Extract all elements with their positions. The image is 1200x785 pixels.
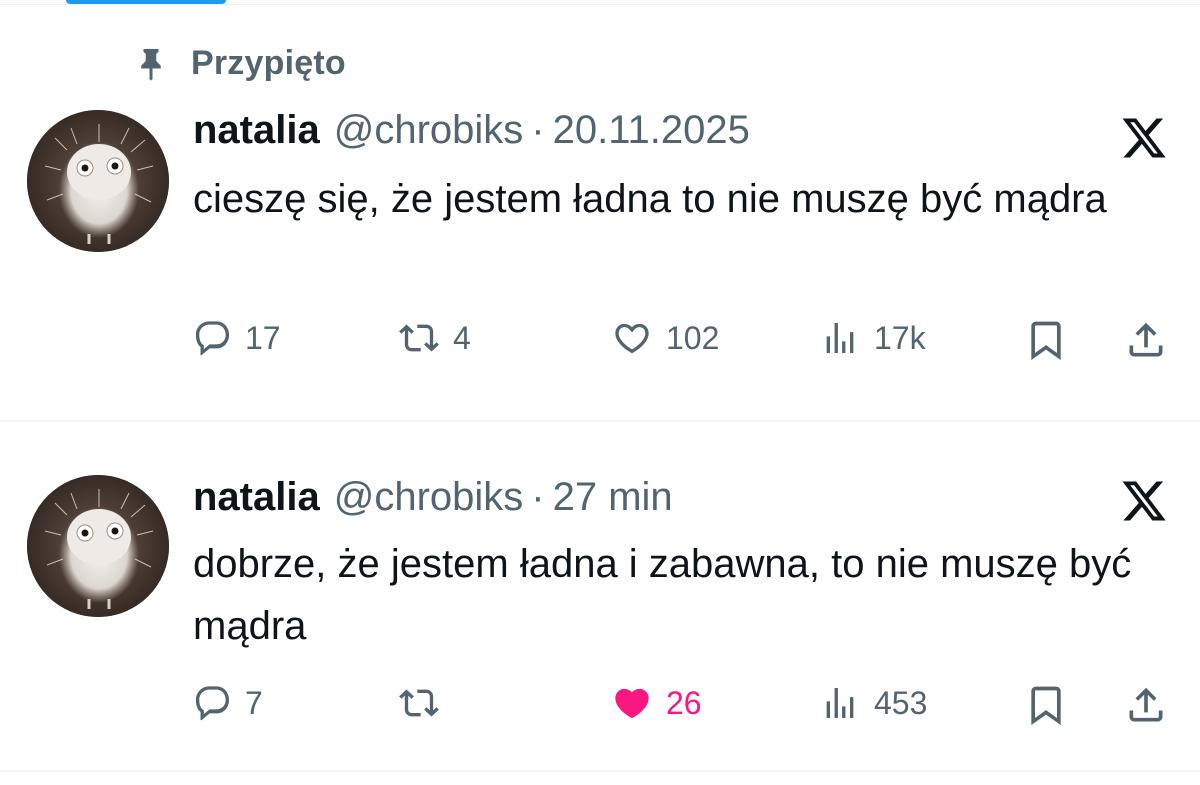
display-name[interactable]: natalia [193,475,320,520]
tweet[interactable]: natalia @chrobiks · 27 min dobrze, że je… [0,421,1200,771]
pinned-indicator: Przypięto [133,44,346,83]
display-name[interactable]: natalia [193,108,320,153]
pinned-label: Przypięto [191,44,346,82]
views-count: 453 [874,684,928,721]
like-count: 102 [666,319,720,356]
repost-icon [397,318,441,358]
repost-button[interactable]: 4 [397,318,471,358]
repost-button[interactable] [397,683,453,723]
reply-icon [193,318,233,358]
heart-icon [610,318,654,358]
repost-icon [397,683,441,723]
bookmark-icon [1024,318,1068,362]
repost-count: 4 [453,319,471,356]
tweet-text: dobrze, że jestem ładna i zabawna, to ni… [193,542,1132,648]
like-button[interactable]: 102 [610,318,719,358]
share-icon [1124,683,1168,727]
tweet-divider [0,770,1200,772]
reply-count: 17 [245,319,281,356]
avatar[interactable] [27,475,169,617]
reply-button[interactable]: 7 [193,683,263,723]
tweet-actions: 7 26 453 [0,679,1200,729]
share-button[interactable] [1124,318,1168,362]
share-button[interactable] [1124,683,1168,727]
views-icon [818,318,862,358]
x-logo-icon[interactable] [1118,477,1170,525]
separator-dot: · [531,108,545,152]
bookmark-button[interactable] [1024,683,1068,727]
bookmark-icon [1024,683,1068,727]
views-button[interactable]: 17k [818,318,926,358]
share-icon [1124,318,1168,362]
tweet-pinned[interactable]: Przypięto natalia @chrobiks · 20.11.2025… [0,4,1200,421]
reply-button[interactable]: 17 [193,318,281,358]
pin-icon [133,46,169,82]
tweet-actions: 17 4 102 17k [0,314,1200,364]
views-count: 17k [874,319,926,356]
tweet-header: natalia @chrobiks · 27 min [193,475,673,520]
reply-count: 7 [245,684,263,721]
avatar[interactable] [27,110,169,252]
tweet-text: cieszę się, że jestem ładna to nie muszę… [193,177,1107,221]
views-button[interactable]: 453 [818,683,927,723]
separator-dot: · [531,475,545,519]
user-handle[interactable]: @chrobiks [334,108,524,153]
like-button[interactable]: 26 [610,683,702,723]
bookmark-button[interactable] [1024,318,1068,362]
reply-icon [193,683,233,723]
user-handle[interactable]: @chrobiks [334,475,524,520]
x-logo-icon[interactable] [1118,114,1170,162]
tweet-header: natalia @chrobiks · 20.11.2025 [193,108,750,153]
like-count: 26 [666,684,702,721]
views-icon [818,683,862,723]
timestamp[interactable]: 27 min [553,475,673,520]
timestamp[interactable]: 20.11.2025 [553,108,750,153]
heart-icon [610,683,654,723]
